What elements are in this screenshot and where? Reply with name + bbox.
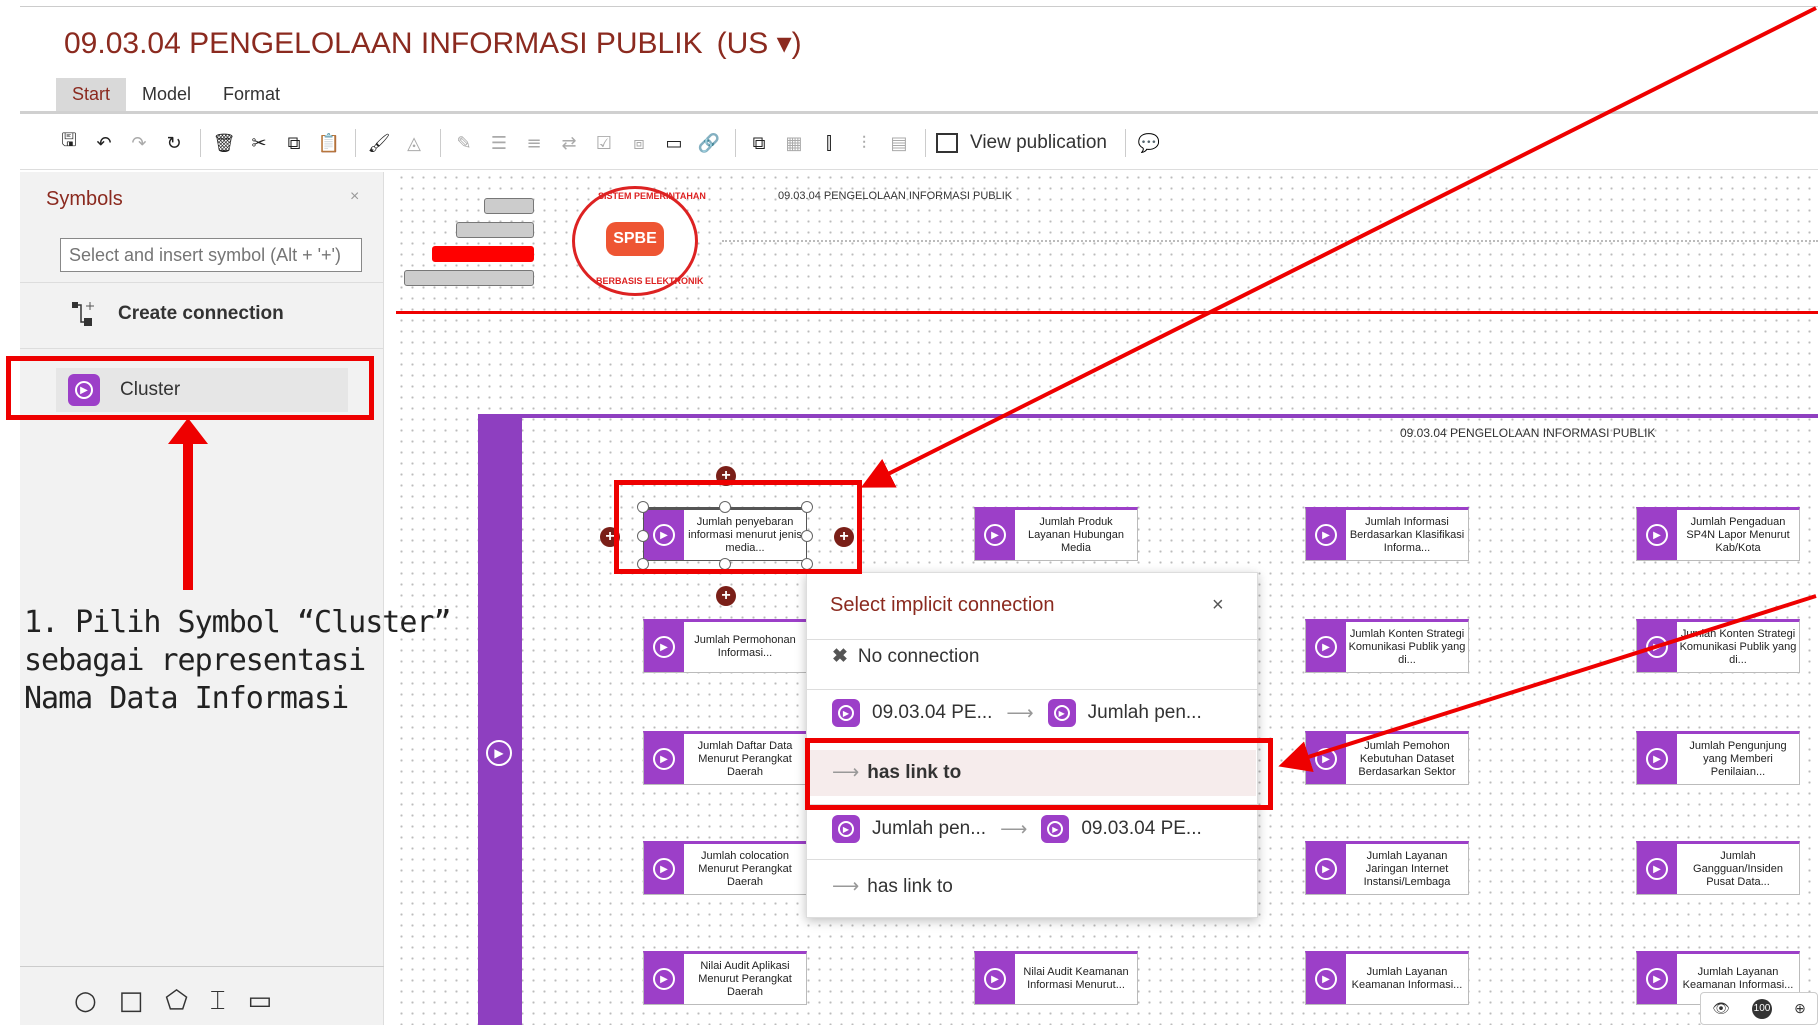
annotation-arrow-node <box>860 6 1817 488</box>
annotation-arrows <box>860 6 1817 773</box>
app-window: 09.03.04 PENGELOLAAN INFORMASI PUBLIK (US… <box>0 0 1818 1025</box>
annotation-arrow-link <box>1278 594 1817 773</box>
